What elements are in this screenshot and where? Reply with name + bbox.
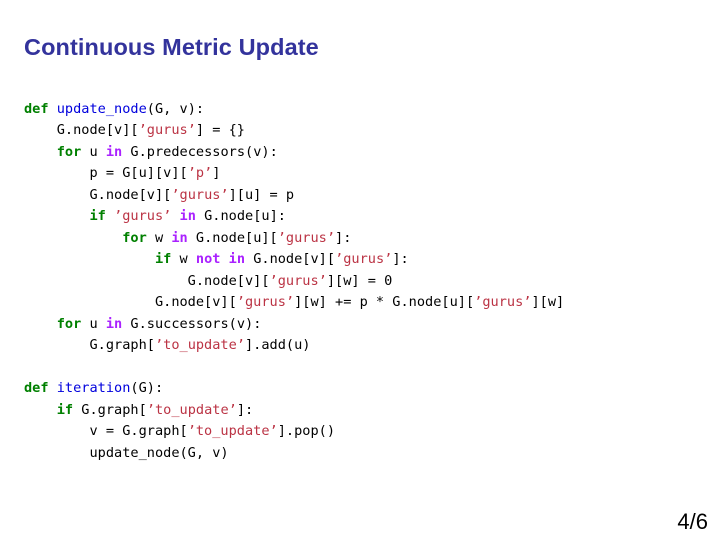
code-token: v = G.graph[ bbox=[24, 423, 188, 440]
code-token: if bbox=[89, 208, 106, 225]
code-token: ].pop() bbox=[277, 423, 336, 440]
code-token: in bbox=[105, 315, 123, 332]
code-token: ][u] = p bbox=[228, 186, 295, 203]
code-token: ’to_update’ bbox=[154, 337, 245, 354]
code-token: in bbox=[228, 251, 246, 268]
code-token: G.node[v][ bbox=[245, 251, 336, 268]
code-token: G.node[v][ bbox=[24, 122, 139, 139]
code-line: if G.graph[’to_update’]: bbox=[24, 400, 564, 422]
code-token: ][w] = bbox=[326, 272, 385, 289]
code-token: ] bbox=[212, 165, 221, 182]
code-token: update_node bbox=[56, 100, 147, 117]
code-token: (G): bbox=[130, 380, 164, 397]
code-token: for bbox=[56, 143, 82, 160]
code-token: (G, v): bbox=[146, 100, 205, 117]
code-token: ’gurus’ bbox=[277, 229, 336, 246]
code-token: for bbox=[122, 229, 147, 246]
code-token: ]: bbox=[335, 229, 352, 246]
code-line: G.node[v][’gurus’][u] = p bbox=[24, 185, 564, 207]
code-token: ][w] bbox=[531, 294, 565, 311]
slide: Continuous Metric Update def update_node… bbox=[0, 0, 726, 544]
code-token: in bbox=[105, 143, 123, 160]
code-token: ]: bbox=[392, 251, 409, 268]
code-token: G.predecessors(v): bbox=[122, 143, 278, 160]
code-token: ’gurus’ bbox=[335, 251, 393, 268]
code-line: G.node[v][’gurus’] = {} bbox=[24, 120, 564, 142]
code-token: ’gurus’ bbox=[269, 272, 327, 289]
code-token: ][w] += p * G.node[u][ bbox=[294, 294, 475, 311]
code-token: ’gurus’ bbox=[236, 294, 295, 311]
code-token: 0 bbox=[384, 272, 393, 289]
code-token: ’gurus’ bbox=[171, 186, 229, 203]
code-line: for u in G.successors(v): bbox=[24, 314, 564, 336]
code-line: for w in G.node[u][’gurus’]: bbox=[24, 228, 564, 250]
code-line: p = G[u][v][’p’] bbox=[24, 163, 564, 185]
code-token: G.node[v][ bbox=[24, 186, 172, 203]
code-token: for bbox=[56, 315, 82, 332]
code-token: if bbox=[154, 251, 172, 268]
code-token: w bbox=[171, 251, 196, 268]
code-token: in bbox=[171, 229, 188, 246]
code-token: p = G[u][v][ bbox=[24, 165, 188, 182]
code-line: if w not in G.node[v][’gurus’]: bbox=[24, 249, 564, 271]
code-token: u bbox=[81, 315, 106, 332]
code-line: def update_node(G, v): bbox=[24, 99, 564, 121]
code-token: ’gurus’ bbox=[114, 208, 172, 225]
code-token: ]: bbox=[236, 401, 254, 418]
code-token: ’p’ bbox=[187, 165, 213, 182]
code-token: G.node[u]: bbox=[195, 208, 286, 225]
code-line: v = G.graph[’to_update’].pop() bbox=[24, 421, 564, 443]
code-token: update_node(G, v) bbox=[24, 444, 229, 461]
code-line: G.graph[’to_update’].add(u) bbox=[24, 335, 564, 357]
code-token: w bbox=[146, 229, 172, 246]
code-line: G.node[v][’gurus’][w] = 0 bbox=[24, 271, 564, 293]
code-token: ’to_update’ bbox=[187, 423, 278, 440]
code-token: G.successors(v): bbox=[122, 315, 262, 332]
code-line: update_node(G, v) bbox=[24, 443, 564, 465]
code-token: in bbox=[179, 208, 196, 225]
code-token: ’gurus’ bbox=[138, 122, 196, 139]
code-token: u bbox=[81, 143, 106, 160]
code-token: G.node[u][ bbox=[187, 229, 278, 246]
code-token: iteration bbox=[56, 380, 131, 397]
code-token: def bbox=[24, 100, 49, 117]
code-token: ].add(u) bbox=[244, 337, 311, 354]
code-token: G.node[v][ bbox=[24, 272, 270, 289]
code-listing: def update_node(G, v): G.node[v][’gurus’… bbox=[24, 99, 564, 465]
code-token: def bbox=[24, 380, 49, 397]
code-token: G.node[v][ bbox=[24, 294, 237, 311]
code-token: G.graph[ bbox=[24, 337, 155, 354]
code-token: ’gurus’ bbox=[474, 294, 532, 311]
code-token: G.graph[ bbox=[73, 401, 147, 418]
code-line: def iteration(G): bbox=[24, 378, 564, 400]
code-token: if bbox=[56, 401, 74, 418]
page-number: 4/6 bbox=[677, 509, 708, 534]
code-line: for u in G.predecessors(v): bbox=[24, 142, 564, 164]
code-line: if ’gurus’ in G.node[u]: bbox=[24, 206, 564, 228]
code-token: ] = {} bbox=[195, 122, 245, 139]
code-line: G.node[v][’gurus’][w] += p * G.node[u][’… bbox=[24, 292, 564, 314]
code-token: not bbox=[195, 251, 221, 268]
page-title: Continuous Metric Update bbox=[24, 33, 319, 60]
code-token: ’to_update’ bbox=[146, 401, 237, 418]
